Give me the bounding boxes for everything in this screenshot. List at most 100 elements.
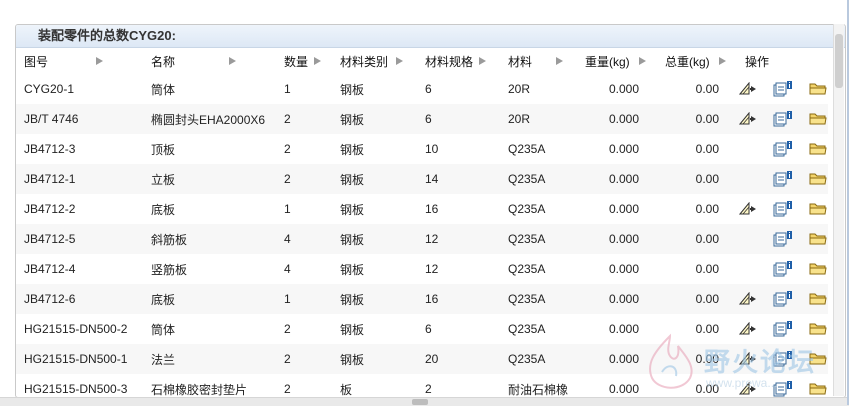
cell-qty: 1 — [284, 82, 291, 96]
cell-mat-type: 钢板 — [340, 202, 365, 217]
edit-drawing-icon[interactable] — [738, 111, 759, 125]
open-folder-icon[interactable] — [809, 142, 827, 155]
cell-qty: 2 — [284, 382, 291, 396]
edit-drawing-icon[interactable] — [738, 201, 759, 215]
document-info-icon[interactable] — [773, 321, 793, 337]
open-folder-icon[interactable] — [809, 82, 827, 95]
table-row: JB4712-5 斜筋板 4 钢板 12 Q235A 0.000 0.00 — [16, 224, 828, 254]
column-header-3[interactable]: 材料类别 — [332, 48, 417, 74]
open-folder-icon[interactable] — [809, 382, 827, 395]
table-row: CYG20-1 筒体 1 钢板 6 20R 0.000 0.00 — [16, 74, 828, 104]
open-folder-icon[interactable] — [809, 352, 827, 365]
edit-drawing-icon[interactable] — [738, 321, 759, 335]
open-folder-icon[interactable] — [809, 262, 827, 275]
document-info-icon[interactable] — [773, 351, 793, 367]
sort-arrow-icon[interactable] — [229, 57, 236, 65]
sort-arrow-icon[interactable] — [314, 57, 321, 65]
open-folder-icon[interactable] — [809, 322, 827, 335]
cell-weight: 0.000 — [577, 224, 657, 254]
table-row: HG21515-DN500-1 法兰 2 钢板 20 Q235A 0.000 0.00 — [16, 344, 828, 374]
cell-name: 立板 — [143, 164, 276, 194]
cell-spec: 12 — [425, 262, 439, 276]
cell-total: 0.00 — [657, 344, 737, 374]
cell-spec: 12 — [417, 224, 500, 254]
cell-weight: 0.000 — [608, 322, 639, 336]
column-header-1[interactable]: 名称 — [143, 48, 276, 74]
document-info-icon[interactable] — [773, 171, 793, 187]
document-info-icon[interactable] — [773, 201, 793, 217]
cell-mat-type: 钢板 — [332, 164, 417, 194]
document-info-icon[interactable] — [773, 261, 793, 277]
cell-weight: 0.000 — [608, 262, 639, 276]
open-folder-icon[interactable] — [809, 112, 827, 125]
column-header-label: 材料类别 — [340, 54, 389, 69]
horizontal-scroll-thumb[interactable] — [412, 399, 428, 405]
column-header-4[interactable]: 材料规格 — [417, 48, 500, 74]
document-info-icon[interactable] — [773, 291, 793, 307]
cell-spec: 6 — [425, 82, 432, 96]
cell-actions — [737, 74, 828, 104]
cell-actions — [737, 344, 828, 374]
cell-total: 0.00 — [695, 382, 719, 396]
cell-qty: 2 — [276, 104, 332, 134]
cell-spec: 20 — [417, 344, 500, 374]
cell-code: JB4712-2 — [24, 202, 76, 216]
cell-name: 竖筋板 — [151, 262, 188, 277]
parts-panel: 装配零件的总数CYG20: 图号 名称 数量 材料类别 材料规格 材料 重量(kg) 总重(k… — [15, 24, 846, 398]
column-header-6[interactable]: 重量(kg) — [577, 48, 657, 74]
document-info-icon[interactable] — [773, 231, 793, 247]
open-folder-icon[interactable] — [809, 292, 827, 305]
sort-arrow-icon[interactable] — [719, 57, 726, 65]
cell-material: Q235A — [508, 202, 546, 216]
cell-actions — [737, 374, 828, 397]
vertical-scrollbar[interactable] — [833, 24, 844, 396]
edit-drawing-icon[interactable] — [738, 381, 759, 395]
table-row: JB4712-4 竖筋板 4 钢板 12 Q235A 0.000 0.00 — [16, 254, 828, 284]
cell-qty: 1 — [276, 284, 332, 314]
column-header-0[interactable]: 图号 — [16, 48, 143, 74]
sort-arrow-icon[interactable] — [639, 57, 646, 65]
edit-drawing-icon[interactable] — [738, 81, 759, 95]
sort-arrow-icon[interactable] — [396, 57, 403, 65]
edit-drawing-icon[interactable] — [738, 351, 759, 365]
column-header-2[interactable]: 数量 — [276, 48, 332, 74]
document-info-icon[interactable] — [773, 111, 793, 127]
column-header-7[interactable]: 总重(kg) — [657, 48, 737, 74]
sort-arrow-icon[interactable] — [479, 57, 486, 65]
open-folder-icon[interactable] — [809, 232, 827, 245]
column-header-label: 图号 — [24, 54, 49, 69]
cell-spec: 6 — [417, 104, 500, 134]
cell-total: 0.00 — [695, 262, 719, 276]
edit-drawing-icon[interactable] — [738, 291, 759, 305]
cell-mat-type: 板 — [340, 382, 353, 397]
open-folder-icon[interactable] — [809, 172, 827, 185]
document-info-icon[interactable] — [773, 141, 793, 157]
table-header: 图号 名称 数量 材料类别 材料规格 材料 重量(kg) 总重(kg) 操作 — [16, 48, 828, 74]
cell-spec: 2 — [425, 382, 432, 396]
cell-material: Q235A — [508, 142, 546, 156]
panel-title: 装配零件的总数CYG20: — [16, 25, 845, 48]
cell-code: JB4712-6 — [16, 284, 143, 314]
column-header-label: 名称 — [151, 54, 176, 69]
cell-qty: 4 — [276, 224, 332, 254]
document-info-icon[interactable] — [773, 81, 793, 97]
sort-arrow-icon[interactable] — [556, 57, 563, 65]
open-folder-icon[interactable] — [809, 202, 827, 215]
cell-mat-type: 钢板 — [332, 344, 417, 374]
cell-actions — [737, 134, 828, 164]
column-header-label: 重量(kg) — [585, 54, 630, 69]
cell-mat-type: 钢板 — [340, 262, 365, 277]
cell-code: JB4712-4 — [24, 262, 76, 276]
column-header-5[interactable]: 材料 — [500, 48, 577, 74]
cell-name: 斜筋板 — [143, 224, 276, 254]
sort-arrow-icon[interactable] — [96, 57, 103, 65]
cell-weight: 0.000 — [608, 382, 639, 396]
cell-name: 筒体 — [151, 322, 176, 337]
cell-actions — [737, 284, 828, 314]
document-info-icon[interactable] — [773, 381, 793, 397]
cell-total: 0.00 — [695, 202, 719, 216]
table-row: JB4712-3 顶板 2 钢板 10 Q235A 0.000 0.00 — [16, 134, 828, 164]
cell-total: 0.00 — [657, 104, 737, 134]
cell-mat-type: 钢板 — [332, 224, 417, 254]
vertical-scroll-thumb[interactable] — [835, 34, 843, 88]
